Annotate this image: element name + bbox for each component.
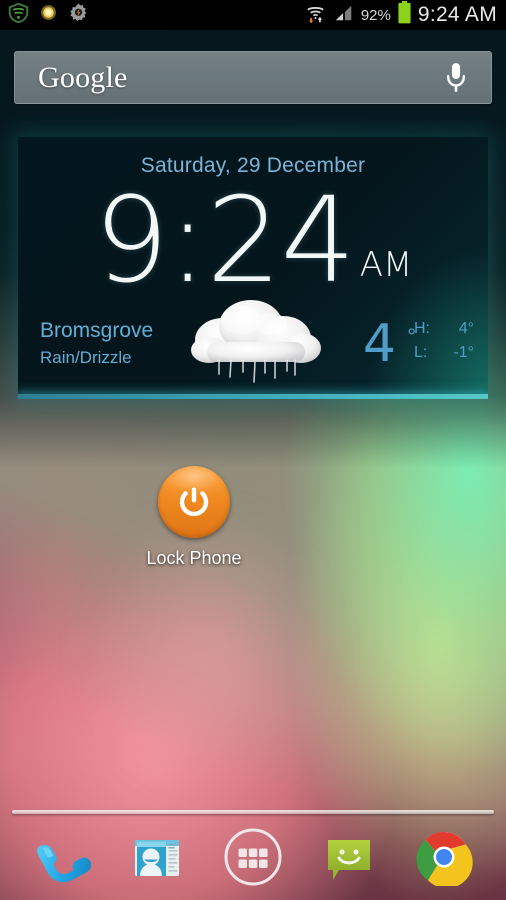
widget-time-ampm: AM	[359, 245, 413, 285]
dock-item-messaging[interactable]	[317, 827, 381, 891]
weather-temperature-value: 4	[362, 314, 396, 374]
dock-item-phone[interactable]	[30, 827, 94, 891]
lock-phone-label: Lock Phone	[146, 548, 242, 568]
home-screen: 92% 9:24 AM Google Saturday, 29 December	[0, 0, 506, 900]
clock-weather-widget[interactable]: Saturday, 29 December 9:24 AM Bromsgrove…	[18, 137, 488, 399]
dock-divider	[12, 810, 494, 814]
weather-condition-label: Rain/Drizzle	[40, 348, 132, 367]
chrome-browser-icon	[415, 828, 473, 891]
brightness-sun-icon	[38, 2, 59, 28]
weather-low-value: -1°	[453, 344, 474, 361]
weather-low-label: L:	[414, 344, 428, 361]
weather-high-label: H:	[414, 320, 430, 337]
weather-high-value: 4°	[458, 320, 474, 337]
phone-handset-icon	[33, 828, 92, 891]
security-shield-icon	[8, 2, 29, 28]
dock-items	[0, 822, 506, 896]
settings-gear-sync-icon	[68, 2, 89, 28]
lock-phone-shortcut[interactable]: Lock Phone	[146, 466, 242, 569]
dock-item-contacts[interactable]	[125, 827, 189, 891]
widget-accent-bar	[18, 394, 488, 399]
power-button-icon[interactable]	[158, 466, 230, 538]
google-search-bar[interactable]: Google	[14, 51, 492, 104]
weather-city-label: Bromsgrove	[40, 319, 154, 342]
message-bubble-icon	[320, 828, 378, 891]
battery-full-icon	[397, 1, 412, 29]
cellular-signal-icon	[333, 3, 355, 28]
widget-weather-section[interactable]: Bromsgrove Rain/Drizzle 4 ° H: 4° L: -1°	[18, 296, 488, 392]
status-bar-clock: 9:24 AM	[417, 3, 497, 26]
status-bar-left-icons	[0, 2, 89, 28]
widget-clock[interactable]: 9:24 AM	[18, 181, 488, 299]
widget-time-value: 9:24	[93, 171, 356, 309]
contacts-card-icon	[128, 828, 186, 891]
rain-cloud-icon	[183, 294, 333, 389]
status-bar-right-icons: 92% 9:24 AM	[304, 1, 506, 29]
google-logo-text: Google	[38, 60, 128, 94]
battery-percent-label: 92%	[360, 6, 391, 24]
app-drawer-icon	[222, 826, 284, 893]
weather-low-row: L: -1°	[414, 344, 474, 362]
wallpaper	[0, 0, 506, 900]
weather-high-row: H: 4°	[414, 320, 474, 338]
dock-item-browser[interactable]	[412, 827, 476, 891]
microphone-icon[interactable]	[443, 61, 469, 95]
status-bar[interactable]: 92% 9:24 AM	[0, 0, 506, 30]
dock	[0, 804, 506, 900]
dock-item-app-drawer[interactable]	[221, 827, 285, 891]
wifi-data-transfer-icon	[304, 1, 327, 29]
